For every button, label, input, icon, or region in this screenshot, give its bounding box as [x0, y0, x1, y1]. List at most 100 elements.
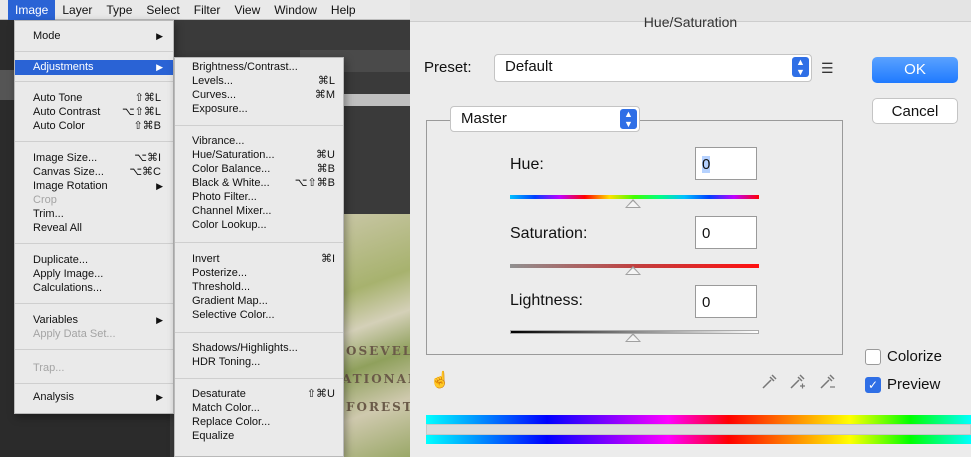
- menu-help[interactable]: Help: [324, 0, 363, 20]
- menu-separator: [15, 243, 173, 244]
- menu-item-trim[interactable]: Trim...: [15, 208, 173, 221]
- cancel-button[interactable]: Cancel: [872, 98, 958, 124]
- map-label: FOREST: [346, 400, 410, 414]
- menu-item-threshold[interactable]: Threshold...: [175, 281, 343, 294]
- menu-item-adjustments[interactable]: Adjustments ▶: [15, 60, 173, 75]
- submenu-arrow-icon: ▶: [156, 315, 163, 325]
- preview-checkbox[interactable]: ✓: [865, 377, 881, 393]
- image-menu: Mode ▶ Adjustments ▶ Auto Tone ⇧⌘L Auto Con…: [14, 20, 174, 414]
- menu-item-desaturate[interactable]: Desaturate ⇧⌘U: [175, 388, 343, 401]
- menu-separator: [15, 303, 173, 304]
- menu-item-brightness-contrast[interactable]: Brightness/Contrast...: [175, 61, 343, 74]
- photoshop-window: OSEVELT ATIONAL FOREST Image Layer Type …: [0, 0, 410, 457]
- menu-item-hdr-toning[interactable]: HDR Toning...: [175, 356, 343, 369]
- menu-separator: [175, 378, 343, 379]
- menu-separator: [15, 141, 173, 142]
- saturation-input[interactable]: 0: [695, 216, 757, 249]
- menu-select[interactable]: Select: [139, 0, 186, 20]
- menu-item-invert[interactable]: Invert ⌘I: [175, 253, 343, 266]
- preset-label: Preset:: [424, 59, 472, 76]
- menu-item-posterize[interactable]: Posterize...: [175, 267, 343, 280]
- saturation-label: Saturation:: [510, 225, 588, 242]
- menu-item-crop: Crop: [33, 194, 57, 206]
- menu-item-exposure[interactable]: Exposure...: [175, 103, 343, 116]
- menu-item-channel-mixer[interactable]: Channel Mixer...: [175, 205, 343, 218]
- menu-item-variables[interactable]: Variables ▶: [15, 314, 173, 327]
- menu-separator: [15, 383, 173, 384]
- menu-item-black-white[interactable]: Black & White... ⌥⇧⌘B: [175, 177, 343, 190]
- menu-item-photo-filter[interactable]: Photo Filter...: [175, 191, 343, 204]
- select-stepper-icon: ▲ ▼: [620, 109, 637, 129]
- menu-item-color-lookup[interactable]: Color Lookup...: [175, 219, 343, 232]
- preset-value: Default: [505, 58, 553, 75]
- menu-item-image-rotation[interactable]: Image Rotation ▶: [15, 180, 173, 193]
- menu-image[interactable]: Image: [8, 0, 56, 20]
- on-image-adjust-hand-icon[interactable]: ☝: [430, 370, 450, 390]
- menu-item-apply-image[interactable]: Apply Image...: [15, 268, 173, 281]
- colorize-checkbox[interactable]: [865, 349, 881, 365]
- menu-item-levels[interactable]: Levels... ⌘L: [175, 75, 343, 88]
- hue-saturation-dialog: Hue/Saturation Preset: Default ▲ ▼ ☰ OK C…: [410, 0, 971, 457]
- menu-item-vibrance[interactable]: Vibrance...: [175, 135, 343, 148]
- menu-separator: [175, 332, 343, 333]
- menu-filter[interactable]: Filter: [187, 0, 228, 20]
- menu-item-canvas-size[interactable]: Canvas Size... ⌥⌘C: [15, 166, 173, 179]
- eyedropper-icon[interactable]: [760, 373, 778, 396]
- menu-separator: [175, 242, 343, 243]
- submenu-arrow-icon: ▶: [156, 62, 163, 72]
- menu-item-gradient-map[interactable]: Gradient Map...: [175, 295, 343, 308]
- lightness-input[interactable]: 0: [695, 285, 757, 318]
- menu-item-auto-tone[interactable]: Auto Tone ⇧⌘L: [15, 92, 173, 105]
- menu-item-duplicate[interactable]: Duplicate...: [15, 254, 173, 267]
- submenu-arrow-icon: ▶: [156, 181, 163, 191]
- menu-item-auto-color[interactable]: Auto Color ⇧⌘B: [15, 120, 173, 133]
- eyedropper-plus-icon[interactable]: [788, 373, 806, 396]
- tools-panel-edge: [0, 70, 14, 100]
- menu-layer[interactable]: Layer: [55, 0, 99, 20]
- menu-item-reveal-all[interactable]: Reveal All: [15, 222, 173, 235]
- menu-separator: [175, 125, 343, 126]
- colorize-label: Colorize: [887, 348, 943, 365]
- input-color-spectrum: [426, 415, 971, 424]
- menu-item-calculations[interactable]: Calculations...: [15, 282, 173, 295]
- eyedropper-minus-icon[interactable]: [818, 373, 836, 396]
- menu-view[interactable]: View: [227, 0, 267, 20]
- list-options-icon[interactable]: ☰: [821, 60, 834, 77]
- lightness-label: Lightness:: [510, 292, 583, 309]
- menu-item-color-balance[interactable]: Color Balance... ⌘B: [175, 163, 343, 176]
- menu-item-shadows-highlights[interactable]: Shadows/Highlights...: [175, 342, 343, 355]
- menu-item-image-size[interactable]: Image Size... ⌥⌘I: [15, 152, 173, 165]
- menu-item-curves[interactable]: Curves... ⌘M: [175, 89, 343, 102]
- submenu-arrow-icon: ▶: [156, 31, 163, 41]
- hue-label: Hue:: [510, 156, 544, 173]
- hue-input[interactable]: 0: [695, 147, 757, 180]
- hue-slider-thumb[interactable]: [625, 199, 641, 208]
- preset-select[interactable]: Default ▲ ▼: [494, 54, 812, 82]
- select-stepper-icon: ▲ ▼: [792, 57, 809, 77]
- menu-item-replace-color[interactable]: Replace Color...: [175, 416, 343, 429]
- menu-item-hue-saturation[interactable]: Hue/Saturation... ⌘U: [175, 149, 343, 162]
- saturation-slider-thumb[interactable]: [625, 266, 641, 275]
- hue-value: 0: [702, 156, 711, 173]
- menu-item-match-color[interactable]: Match Color...: [175, 402, 343, 415]
- menu-separator: [15, 81, 173, 82]
- dialog-title: Hue/Saturation: [643, 14, 738, 30]
- menu-type[interactable]: Type: [99, 0, 139, 20]
- menu-item-mode[interactable]: Mode ▶: [15, 30, 173, 43]
- menu-bar: Image Layer Type Select Filter View Wind…: [0, 0, 410, 20]
- lightness-slider-thumb[interactable]: [625, 333, 641, 342]
- map-label: OSEVELT: [346, 344, 410, 358]
- menu-item-trap: Trap...: [33, 362, 65, 374]
- menu-item-equalize[interactable]: Equalize: [175, 430, 343, 443]
- menu-item-selective-color[interactable]: Selective Color...: [175, 309, 343, 322]
- menu-item-analysis[interactable]: Analysis ▶: [15, 391, 173, 404]
- menu-window[interactable]: Window: [267, 0, 324, 20]
- adjustment-group: [426, 120, 843, 355]
- preview-label: Preview: [887, 376, 941, 393]
- channel-select[interactable]: Master ▲ ▼: [450, 106, 640, 132]
- map-label: ATIONAL: [342, 372, 410, 386]
- adjustments-submenu: Brightness/Contrast... Levels... ⌘L Curve…: [174, 57, 344, 457]
- ok-button[interactable]: OK: [872, 57, 958, 83]
- menu-item-auto-contrast[interactable]: Auto Contrast ⌥⇧⌘L: [15, 106, 173, 119]
- menu-separator: [15, 349, 173, 350]
